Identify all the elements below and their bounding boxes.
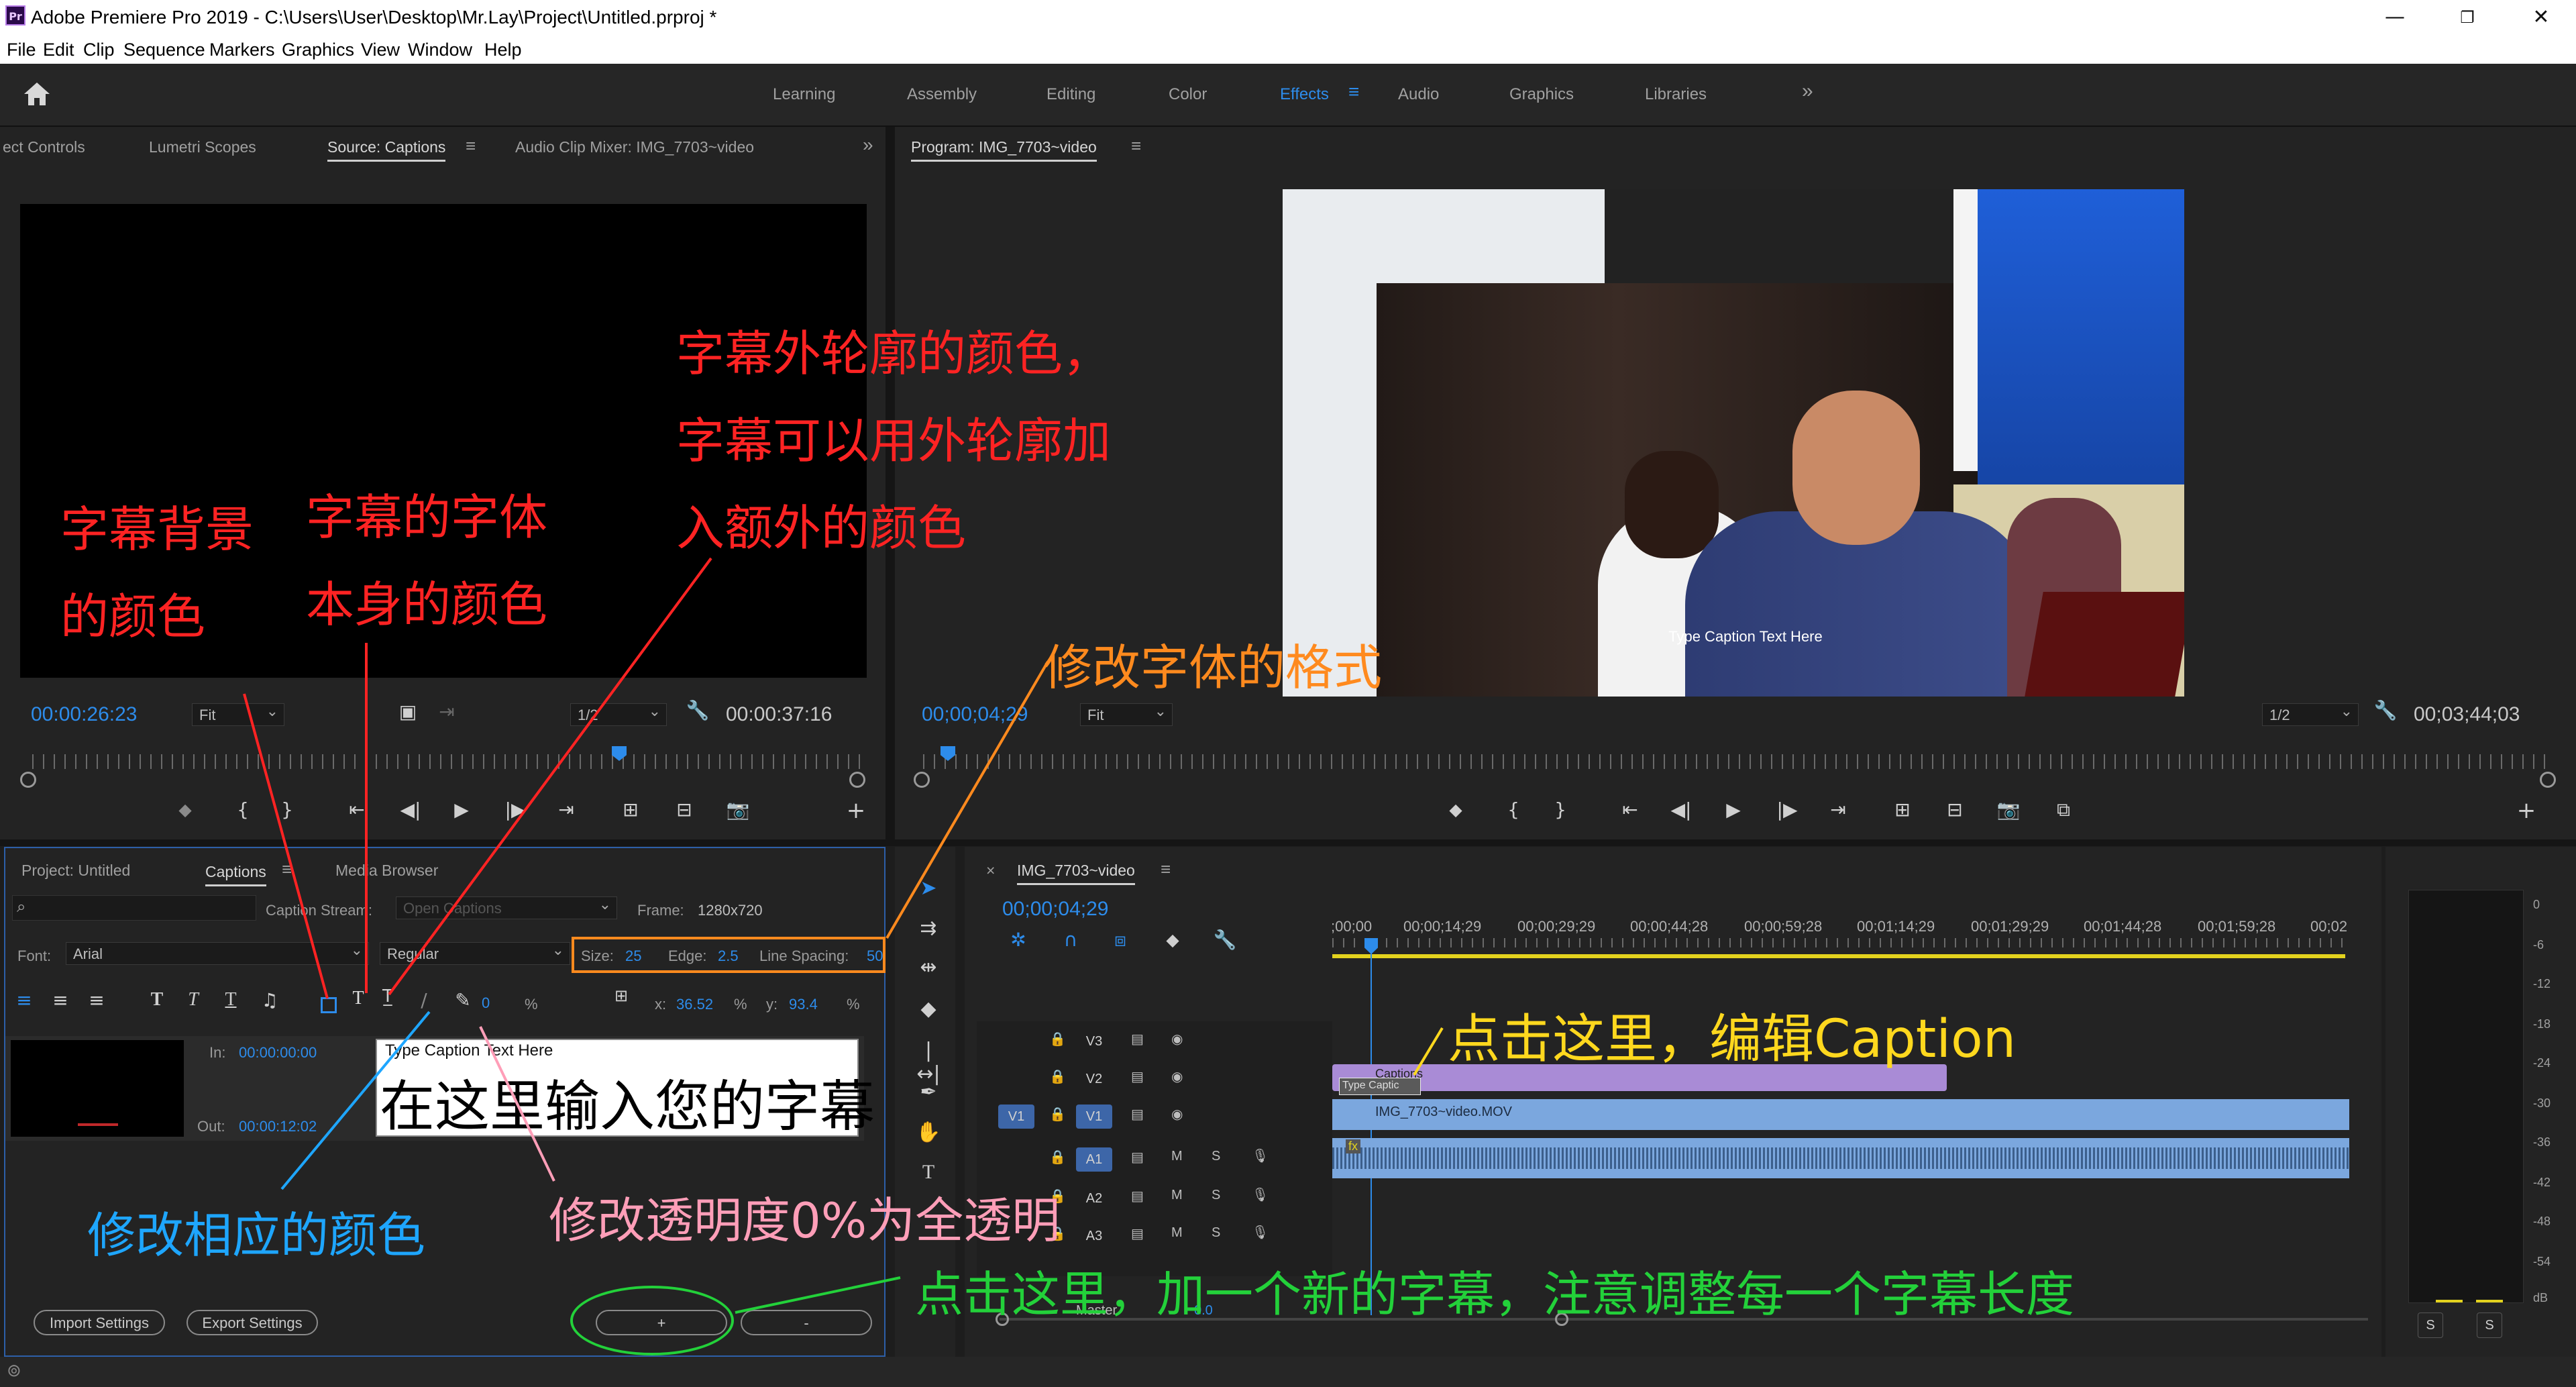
arrow-opacity (479, 1026, 555, 1182)
annotation-change-color: 修改相应的颜色 (87, 1207, 426, 1264)
annotation-outline-color-line1: 字幕外轮廓的颜色， (676, 325, 1112, 382)
annotation-bg-color: 字幕背景 的颜色 (60, 486, 254, 660)
annotation-edit-caption: 点击这里，编辑Caption (1448, 1009, 2017, 1070)
arrow-format (885, 660, 1049, 939)
annotation-bg-color-line2: 的颜色 (60, 588, 206, 645)
annotation-outline-color-line3: 入额外的颜色 (676, 500, 967, 556)
arrow-change-color (280, 1011, 431, 1190)
annotation-opacity: 修改透明度0%为全透明 (549, 1192, 1061, 1249)
annotation-add-new: 点击这里，加一个新的字幕，注意调整每一个字幕长度 (915, 1266, 2075, 1323)
arrow-add-new (735, 1276, 901, 1314)
annotation-font-color-line1: 字幕的字体 (306, 489, 548, 546)
annotation-font-color: 字幕的字体 本身的颜色 (306, 474, 547, 648)
annotation-outline-color: 字幕外轮廓的颜色， 字幕可以用外轮廓加 入额外的颜色 (676, 310, 1111, 572)
annotation-format: 修改字体的格式 (1044, 639, 1383, 696)
annotation-outline-color-line2: 字幕可以用外轮廓加 (676, 413, 1112, 469)
arrow-edit-caption (1413, 1027, 1444, 1076)
arrow-bg-color (243, 693, 329, 999)
annotation-font-color-line2: 本身的颜色 (306, 576, 548, 633)
annotation-bg-color-line1: 字幕背景 (60, 501, 254, 558)
